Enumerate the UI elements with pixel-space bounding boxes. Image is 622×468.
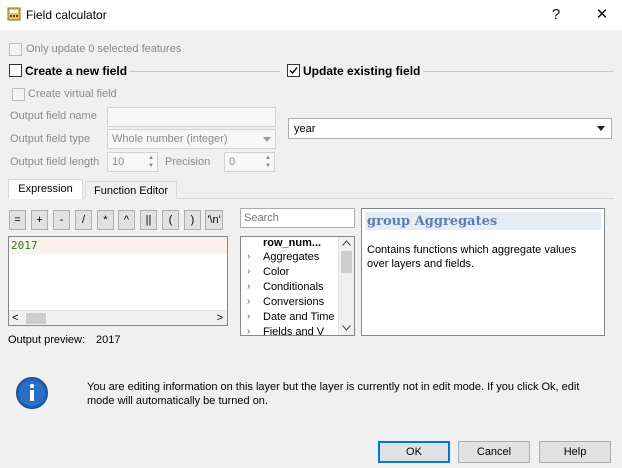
update-existing-field-label: Update existing field — [303, 64, 421, 78]
create-virtual-field-label: Create virtual field — [28, 88, 117, 100]
expand-arrow-icon[interactable]: › — [247, 296, 250, 307]
only-update-selected-checkbox[interactable] — [9, 43, 22, 56]
ok-button[interactable]: OK — [378, 441, 450, 463]
info-icon — [16, 377, 48, 409]
operator-newline-button[interactable]: '\n' — [205, 210, 223, 230]
scroll-up-icon[interactable] — [342, 240, 351, 246]
create-new-field-label: Create a new field — [25, 64, 128, 78]
chevron-down-icon — [263, 137, 271, 142]
spin-arrows-icon: ▲ ▼ — [265, 155, 271, 169]
output-field-name-label: Output field name — [10, 110, 97, 122]
group-divider — [423, 71, 613, 72]
create-new-field-checkbox[interactable] — [9, 64, 22, 77]
output-field-length-value: 10 — [112, 156, 125, 168]
output-preview-value: 2017 — [96, 334, 121, 346]
operator-close-paren-button[interactable]: ) — [184, 210, 201, 230]
scroll-down-icon[interactable] — [342, 325, 351, 331]
calculator-icon — [7, 7, 21, 21]
precision-spinbox[interactable]: 0 ▲ ▼ — [224, 152, 275, 172]
help-button[interactable]: ? — [544, 4, 568, 26]
expand-arrow-icon[interactable]: › — [247, 266, 250, 277]
tree-item-row-number[interactable]: row_num... — [263, 237, 321, 249]
close-button[interactable]: ✕ — [590, 4, 614, 26]
horizontal-scrollbar[interactable]: < > — [9, 310, 227, 325]
tree-item-conversions[interactable]: Conversions — [263, 296, 324, 308]
checkmark-icon — [289, 67, 298, 75]
operator-multiply-button[interactable]: * — [97, 210, 114, 230]
precision-label: Precision — [165, 156, 211, 168]
function-search-input[interactable] — [240, 208, 355, 228]
tree-item-fields-and-values[interactable]: Fields and V — [263, 326, 324, 335]
scrollbar-thumb[interactable] — [26, 313, 46, 324]
expand-arrow-icon[interactable]: › — [247, 311, 250, 322]
output-field-type-value: Whole number (integer) — [112, 133, 228, 145]
tab-expression[interactable]: Expression — [8, 179, 83, 199]
expression-text: 2017 — [11, 239, 38, 252]
create-virtual-field-checkbox[interactable] — [12, 88, 25, 101]
function-help-panel: group Aggregates Contains functions whic… — [361, 208, 605, 336]
output-field-type-label: Output field type — [10, 133, 91, 145]
output-preview-label: Output preview: — [8, 334, 86, 346]
help-body: Contains functions which aggregate value… — [367, 244, 577, 270]
tab-function-editor[interactable]: Function Editor — [85, 181, 177, 199]
output-field-type-select[interactable]: Whole number (integer) — [107, 129, 276, 149]
operator-power-button[interactable]: ^ — [118, 210, 135, 230]
operator-open-paren-button[interactable]: ( — [162, 210, 179, 230]
vertical-scrollbar[interactable] — [338, 237, 354, 335]
tree-item-color[interactable]: Color — [263, 266, 289, 278]
help-heading: group Aggregates — [367, 214, 498, 229]
cancel-button[interactable]: Cancel — [458, 441, 530, 463]
update-existing-field-checkbox[interactable] — [287, 64, 300, 77]
operator-divide-button[interactable]: / — [75, 210, 92, 230]
group-divider — [129, 71, 280, 72]
output-field-length-label: Output field length — [10, 156, 100, 168]
output-field-name-input[interactable] — [107, 107, 276, 127]
expand-arrow-icon[interactable]: › — [247, 251, 250, 262]
current-line-highlight — [9, 237, 227, 254]
expand-arrow-icon[interactable]: › — [247, 281, 250, 292]
operator-plus-button[interactable]: + — [31, 210, 48, 230]
function-tree[interactable]: row_num... › Aggregates › Color › Condit… — [240, 236, 355, 336]
help-dialog-button[interactable]: Help — [539, 441, 611, 463]
scroll-right-icon[interactable]: > — [217, 311, 223, 325]
tree-item-aggregates[interactable]: Aggregates — [263, 251, 319, 263]
operator-equals-button[interactable]: = — [9, 210, 26, 230]
scroll-left-icon[interactable]: < — [12, 311, 18, 325]
output-field-length-spinbox[interactable]: 10 ▲ ▼ — [107, 152, 158, 172]
expression-editor[interactable]: 2017 < > — [8, 236, 228, 326]
spin-arrows-icon: ▲ ▼ — [148, 155, 154, 169]
tree-item-date-and-time[interactable]: Date and Time — [263, 311, 335, 323]
scrollbar-thumb[interactable] — [341, 251, 352, 273]
tree-item-conditionals[interactable]: Conditionals — [263, 281, 324, 293]
only-update-selected-label: Only update 0 selected features — [26, 43, 182, 55]
edit-mode-info-message: You are editing information on this laye… — [87, 381, 580, 407]
chevron-down-icon — [597, 126, 605, 131]
precision-value: 0 — [229, 156, 236, 168]
existing-field-value: year — [294, 123, 316, 135]
operator-concat-button[interactable]: || — [140, 210, 157, 230]
window-title: Field calculator — [26, 8, 107, 22]
operator-minus-button[interactable]: - — [53, 210, 70, 230]
existing-field-select[interactable]: year — [288, 118, 612, 139]
expand-arrow-icon[interactable]: › — [247, 326, 250, 335]
